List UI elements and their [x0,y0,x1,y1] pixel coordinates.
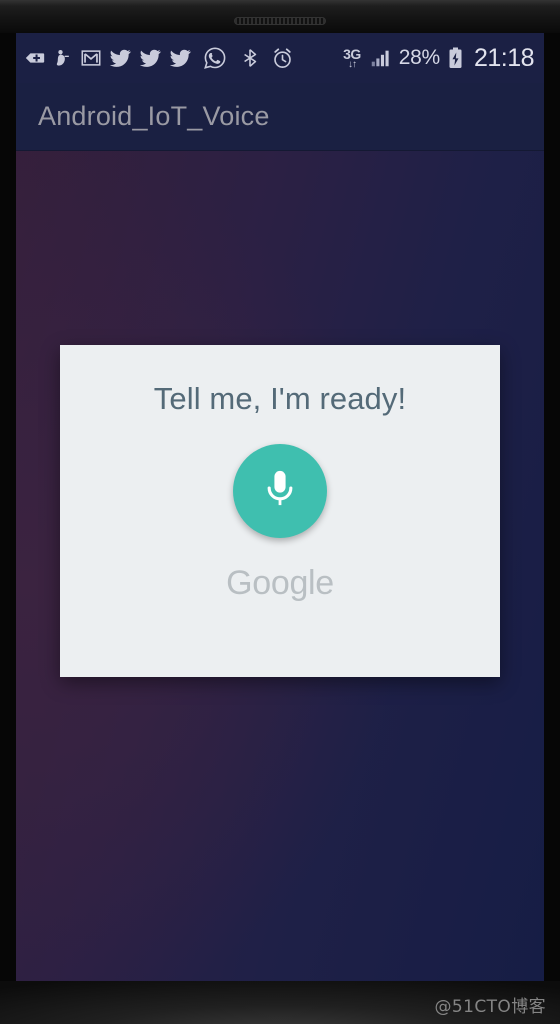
whatsapp-icon [203,46,227,70]
speaker-grille-icon [234,17,326,25]
network-traffic-arrows: ↓↑ [347,58,357,70]
phone-screen: 3G ↓↑ 28% 21:18 Android_IoT_Voice Tell m… [16,33,544,981]
bluetooth-icon [240,46,260,70]
microphone-icon [260,466,300,517]
app-content-area: Tell me, I'm ready! Google SEND COMMAND [16,151,544,981]
status-bar-clock: 21:18 [473,43,535,72]
twitter-icon-1 [109,47,132,69]
battery-charging-icon [447,46,464,70]
battery-percent-label: 28% [398,46,440,69]
network-3g-icon: 3G ↓↑ [343,47,361,70]
google-plus-icon [24,47,46,69]
microphone-button[interactable] [233,444,327,538]
device-right-bezel [544,33,560,981]
phone-device-frame: 3G ↓↑ 28% 21:18 Android_IoT_Voice Tell m… [0,0,560,1024]
twitter-icon-2 [139,47,162,69]
action-bar: Android_IoT_Voice [16,83,544,151]
device-left-bezel [0,33,16,981]
watermark-label: @51CTO博客 [434,997,546,1017]
device-top-bezel [0,0,560,33]
status-bar-system-icons: 3G ↓↑ 28% 21:18 [343,44,534,73]
adb-debug-icon [53,47,73,69]
twitter-icon-3 [169,47,192,69]
page-title: Android_IoT_Voice [38,101,270,131]
gmail-icon [80,47,102,69]
status-bar-notification-icons [24,46,343,70]
voice-input-dialog: Tell me, I'm ready! Google [60,345,500,677]
alarm-clock-icon [271,47,294,70]
voice-prompt-text: Tell me, I'm ready! [153,381,407,416]
signal-bars-icon [368,47,392,69]
voice-provider-branding: Google [226,564,334,602]
status-bar[interactable]: 3G ↓↑ 28% 21:18 [16,33,544,83]
